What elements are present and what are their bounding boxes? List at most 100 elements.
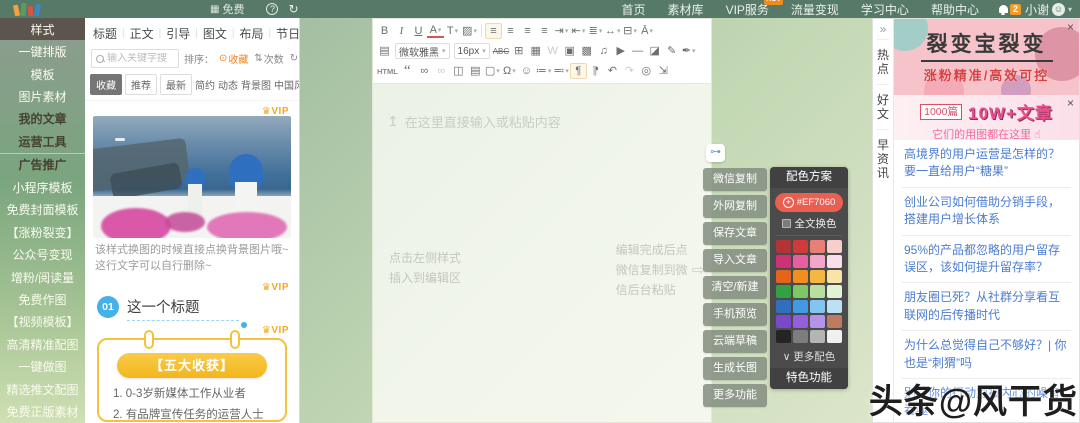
nav-item-1[interactable]: 素材库: [668, 1, 704, 18]
editor-placeholder[interactable]: ↥ 在这里直接输入或粘贴内容: [387, 112, 711, 131]
style-card-headline[interactable]: 01 这一个标题: [85, 291, 299, 320]
select-all-color-checkbox[interactable]: 全文换色: [770, 216, 848, 231]
color-swatch[interactable]: [776, 270, 791, 283]
sidebar-item[interactable]: 图片素材: [0, 85, 85, 107]
free-button[interactable]: ▦ 免费: [210, 1, 244, 17]
refresh-icon[interactable]: ↻: [288, 2, 298, 16]
word-import-icon[interactable]: W: [544, 43, 561, 59]
style-tab-3[interactable]: 图文: [203, 25, 227, 42]
find-replace-icon[interactable]: ◎: [638, 63, 655, 79]
image-gallery-icon[interactable]: ▩: [578, 43, 595, 59]
insert-link-icon[interactable]: ∞: [416, 63, 433, 79]
italic-icon[interactable]: I: [393, 23, 410, 39]
color-swatch[interactable]: [776, 330, 791, 343]
editor-area[interactable]: BIUA▾T▾▨▾≡≡≡≡⇥▾⇤▾≣▾↔▾⊟▾Ā▾ ▤微软雅黑▾16px▾ABC…: [372, 18, 712, 423]
action-button-保存文章[interactable]: 保存文章: [703, 222, 767, 245]
current-color-pill[interactable]: + #EF7060: [775, 193, 843, 212]
nav-item-4[interactable]: 学习中心: [861, 1, 909, 18]
blockquote-icon[interactable]: “: [399, 63, 416, 79]
sidebar-item[interactable]: 小程序模板: [0, 176, 85, 198]
article-link[interactable]: 创业公司如何借助分销手段，搭建用户增长体系: [902, 188, 1071, 236]
action-button-微信复制[interactable]: 微信复制: [703, 168, 767, 191]
paragraph-spacing-icon[interactable]: ⊟▾: [622, 23, 639, 39]
color-swatch[interactable]: [810, 240, 825, 253]
color-swatch[interactable]: [827, 270, 842, 283]
color-swatch[interactable]: [793, 270, 808, 283]
search-input[interactable]: [107, 53, 171, 64]
color-swatch[interactable]: [793, 315, 808, 328]
sidebar-item[interactable]: 一键做图: [0, 356, 85, 378]
sort-option[interactable]: ↻最近: [290, 51, 300, 66]
ordered-list-icon[interactable]: ≔▾: [535, 63, 553, 79]
nav-item-0[interactable]: 首页: [622, 1, 646, 18]
align-justify-icon[interactable]: ≡: [536, 23, 553, 39]
font-size-select[interactable]: 16px▾: [454, 43, 490, 59]
color-swatch[interactable]: [810, 300, 825, 313]
action-button-手机预览[interactable]: 手机预览: [703, 303, 767, 326]
case-transform-icon[interactable]: Ā▾: [639, 23, 656, 39]
format-painter-icon[interactable]: ✎: [663, 43, 680, 59]
news-tab-2[interactable]: 早资讯: [877, 129, 889, 188]
remove-link-icon[interactable]: ∞: [433, 63, 450, 79]
article-link[interactable]: 朋友圈已死？从社群分享看互联网的后传播时代: [902, 283, 1071, 331]
style-card-thumbnail[interactable]: [93, 116, 291, 238]
color-swatch[interactable]: [793, 300, 808, 313]
align-center-icon[interactable]: ≡: [502, 23, 519, 39]
news-tab-1[interactable]: 好文: [877, 84, 889, 129]
font-family-select[interactable]: 微软雅黑▾: [395, 43, 450, 59]
help-icon[interactable]: ?: [266, 3, 278, 15]
filter-button[interactable]: 最新: [160, 74, 192, 95]
bell-icon[interactable]: [999, 5, 1008, 13]
font-color-icon[interactable]: A▾: [427, 24, 444, 38]
article-link[interactable]: 别让你的行动力被内心的噪音吞噬: [902, 379, 1071, 422]
sidebar-item[interactable]: 一键排版: [0, 40, 85, 62]
align-left-icon[interactable]: ≡: [485, 23, 502, 39]
color-swatch[interactable]: [776, 300, 791, 313]
filter-button[interactable]: 推荐: [125, 74, 157, 95]
image-tool-icon[interactable]: ▣: [561, 43, 578, 59]
emoticons-icon[interactable]: ☺: [518, 63, 535, 79]
article-link[interactable]: 为什么总觉得自己不够好？| 你也是“刺猬”吗: [902, 331, 1071, 379]
sign-pen-icon[interactable]: ✒▾: [680, 43, 697, 59]
color-swatch[interactable]: [810, 255, 825, 268]
sidebar-item[interactable]: 样式: [0, 18, 85, 40]
filter-link[interactable]: 动态: [218, 77, 238, 92]
color-swatch[interactable]: [827, 240, 842, 253]
style-search[interactable]: [91, 49, 179, 68]
filter-link[interactable]: 简约: [195, 77, 215, 92]
special-characters-icon[interactable]: Ω▾: [501, 63, 518, 79]
color-swatch[interactable]: [776, 240, 791, 253]
sort-option[interactable]: ⊙收藏: [219, 51, 248, 66]
eraser-icon[interactable]: ◪: [646, 43, 663, 59]
html-source-icon[interactable]: HTML: [376, 63, 399, 79]
color-swatch[interactable]: [810, 270, 825, 283]
outdent-icon[interactable]: ⇤▾: [570, 23, 587, 39]
sidebar-item[interactable]: 增粉/阅读量: [0, 266, 85, 288]
text-format-icon[interactable]: T▾: [444, 23, 461, 39]
ad-banner-fission[interactable]: × 裂变宝裂变 涨粉精准/高效可控: [894, 19, 1079, 95]
nav-item-3[interactable]: 流量变现: [791, 1, 839, 18]
action-button-外网复制[interactable]: 外网复制: [703, 195, 767, 218]
sidebar-item[interactable]: 高清精准配图: [0, 333, 85, 355]
color-swatch[interactable]: [776, 255, 791, 268]
app-logo[interactable]: [14, 3, 40, 16]
style-tab-1[interactable]: 正文: [130, 25, 154, 42]
sidebar-item[interactable]: 免费作图: [0, 288, 85, 310]
action-button-清空/新建[interactable]: 清空/新建: [703, 276, 767, 299]
color-swatch[interactable]: [827, 285, 842, 298]
article-link[interactable]: 高境界的用户运营是怎样的？要一直给用户“糖果”: [902, 140, 1071, 188]
news-tab-0[interactable]: 热点: [877, 39, 889, 84]
color-swatch[interactable]: [827, 330, 842, 343]
indent-icon[interactable]: ⇥▾: [553, 23, 570, 39]
style-card-gold-list[interactable]: 【五大收获】 1. 0-3岁新媒体工作从业者2. 有品牌宣传任务的运营人士: [97, 338, 287, 422]
container-icon[interactable]: ▢▾: [484, 63, 501, 79]
sidebar-item[interactable]: 我的文章: [0, 108, 85, 130]
insert-image-icon[interactable]: ▦: [527, 43, 544, 59]
collapse-handle-icon[interactable]: ⊶: [706, 144, 725, 162]
line-height-icon[interactable]: ≣▾: [587, 23, 604, 39]
more-colors-button[interactable]: ∨ 更多配色: [770, 347, 848, 368]
nav-item-5[interactable]: 帮助中心: [931, 1, 979, 18]
filter-button[interactable]: 收藏: [90, 74, 122, 95]
color-swatch[interactable]: [827, 255, 842, 268]
user-menu[interactable]: 小谢 ☺ ▾: [1025, 1, 1072, 18]
